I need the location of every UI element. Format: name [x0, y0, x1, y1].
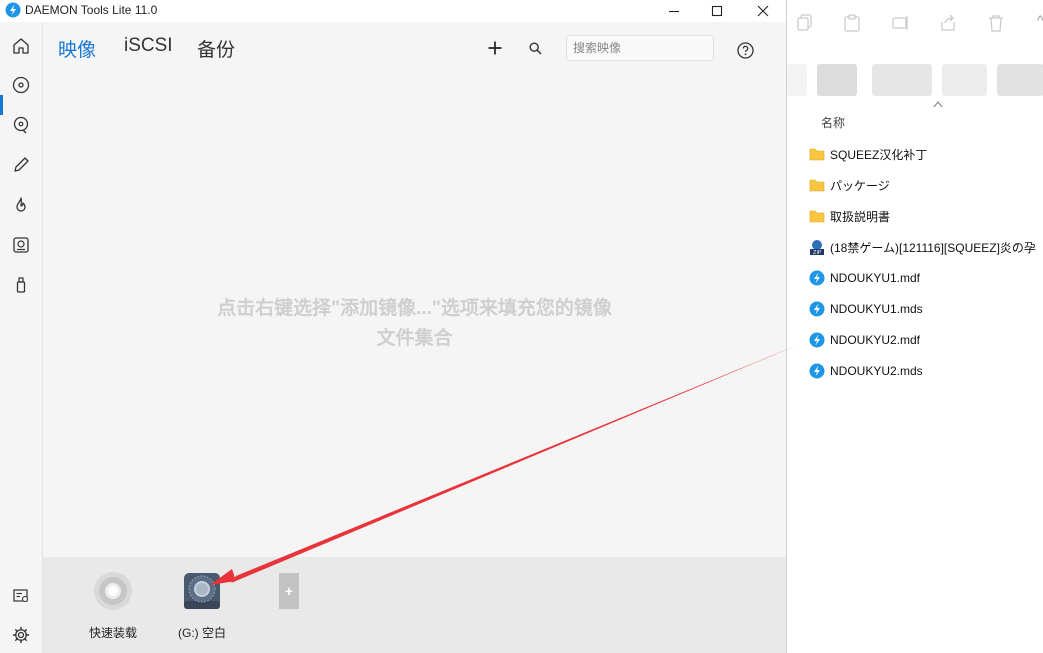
gear-icon — [12, 626, 30, 644]
sidebar-item-disc-search[interactable] — [11, 115, 31, 135]
file-item[interactable]: NDOUKYU2.mdf — [809, 329, 920, 351]
plus-icon — [487, 40, 503, 56]
sidebar-item-settings[interactable] — [11, 625, 31, 645]
pencil-icon — [12, 156, 30, 174]
license-icon — [12, 587, 30, 605]
share-icon[interactable] — [939, 14, 957, 32]
file-name: パッケージ — [830, 178, 890, 193]
add-image-button[interactable] — [487, 40, 503, 56]
address-blur-5 — [997, 64, 1043, 96]
address-blur-2 — [817, 64, 857, 96]
address-blur-3 — [872, 64, 932, 96]
search-input[interactable] — [566, 35, 714, 61]
sidebar-item-editor[interactable] — [11, 155, 31, 175]
disc-search-icon — [12, 116, 30, 134]
virtual-drive-icon — [182, 571, 222, 611]
search-icon — [529, 42, 542, 55]
file-name: NDOUKYU1.mds — [830, 302, 923, 316]
flame-icon — [12, 196, 30, 214]
maximize-button[interactable] — [696, 0, 738, 22]
active-indicator — [0, 95, 3, 115]
file-item[interactable]: 取扱説明書 — [809, 205, 890, 227]
close-icon — [757, 5, 769, 17]
rename-icon[interactable] — [892, 14, 910, 32]
usb-icon — [12, 276, 30, 294]
file-explorer-window: ^ 名称 SQUEEZ汉化补丁 パッケージ 取扱説明書 ZIP (18禁ゲーム)… — [786, 0, 1043, 653]
minimize-icon — [668, 5, 680, 17]
maximize-icon — [711, 5, 723, 17]
tab-images[interactable]: 映像 — [58, 35, 96, 62]
window-title: DAEMON Tools Lite 11.0 — [25, 3, 158, 17]
help-icon — [737, 42, 754, 59]
sidebar-item-virtual-hdd[interactable] — [11, 235, 31, 255]
help-button[interactable] — [737, 42, 754, 59]
hdd-icon — [12, 236, 30, 254]
file-item[interactable]: SQUEEZ汉化补丁 — [809, 143, 927, 165]
file-item[interactable]: パッケージ — [809, 174, 890, 196]
disc-icon — [12, 76, 30, 94]
file-name: SQUEEZ汉化补丁 — [830, 147, 928, 162]
add-drive-button[interactable]: + — [279, 573, 299, 609]
daemon-file-icon — [809, 301, 825, 317]
quick-mount-icon — [93, 571, 133, 611]
search-button[interactable] — [529, 42, 542, 55]
folder-icon — [809, 208, 825, 224]
delete-icon[interactable] — [988, 14, 1004, 32]
close-button[interactable] — [742, 0, 784, 22]
folder-icon — [809, 177, 825, 193]
file-name: 取扱説明書 — [830, 209, 891, 224]
empty-state-line-2: 文件集合 — [376, 328, 453, 349]
daemon-file-icon — [809, 363, 825, 379]
virtual-drive-g[interactable]: (G:) 空白 — [162, 571, 242, 641]
zip-icon: ZIP — [809, 239, 825, 255]
file-name: NDOUKYU2.mds — [830, 364, 923, 378]
sort-ascending-icon — [933, 100, 943, 108]
empty-state-line-1: 点击右键选择"添加镜像..."选项来填充您的镜像 — [217, 298, 612, 319]
daemon-tools-window: DAEMON Tools Lite 11.0 映像 iSCSI 备份 搜索映像 … — [0, 0, 787, 653]
svg-text:ZIP: ZIP — [813, 250, 821, 255]
home-icon — [12, 37, 30, 55]
address-blur-1 — [787, 64, 807, 96]
sidebar-item-burn[interactable] — [11, 195, 31, 215]
file-item[interactable]: NDOUKYU2.mds — [809, 360, 923, 382]
copy-icon[interactable] — [797, 14, 813, 32]
sidebar — [0, 22, 43, 653]
column-header-name[interactable]: 名称 — [821, 114, 845, 131]
folder-icon — [809, 146, 825, 162]
daemon-file-icon — [809, 270, 825, 286]
daemon-file-icon — [809, 332, 825, 348]
scroll-up-icon[interactable]: ^ — [1037, 12, 1043, 28]
file-name: NDOUKYU1.mdf — [830, 271, 921, 285]
virtual-drive-label: (G:) 空白 — [178, 626, 226, 640]
sidebar-item-usb[interactable] — [11, 275, 31, 295]
device-tray: 快速装载 (G:) 空白 + — [43, 557, 786, 653]
file-name: NDOUKYU2.mdf — [830, 333, 921, 347]
tab-iscsi[interactable]: iSCSI — [124, 35, 173, 57]
title-bar[interactable]: DAEMON Tools Lite 11.0 — [0, 0, 786, 22]
sidebar-item-home[interactable] — [11, 36, 31, 56]
file-item[interactable]: ZIP (18禁ゲーム)[121116][SQUEEZ]炎の孕 — [809, 236, 1036, 258]
tab-backup[interactable]: 备份 — [197, 35, 235, 62]
sidebar-item-images[interactable] — [11, 75, 31, 95]
file-item[interactable]: NDOUKYU1.mds — [809, 298, 923, 320]
main-panel[interactable]: 映像 iSCSI 备份 点击右键选择"添加镜像..."选项来填充您的镜像 文件集… — [43, 22, 786, 557]
paste-icon[interactable] — [844, 14, 860, 32]
empty-state-message: 点击右键选择"添加镜像..."选项来填充您的镜像 文件集合 — [43, 294, 786, 354]
address-blur-4 — [942, 64, 987, 96]
file-name: (18禁ゲーム)[121116][SQUEEZ]炎の孕 — [830, 240, 1036, 255]
sidebar-item-license[interactable] — [11, 586, 31, 606]
quick-mount-button[interactable]: 快速装载 — [73, 571, 153, 641]
file-item[interactable]: NDOUKYU1.mdf — [809, 267, 920, 289]
minimize-button[interactable] — [653, 0, 695, 22]
daemon-logo-icon — [5, 2, 21, 18]
quick-mount-label: 快速装载 — [88, 626, 137, 640]
